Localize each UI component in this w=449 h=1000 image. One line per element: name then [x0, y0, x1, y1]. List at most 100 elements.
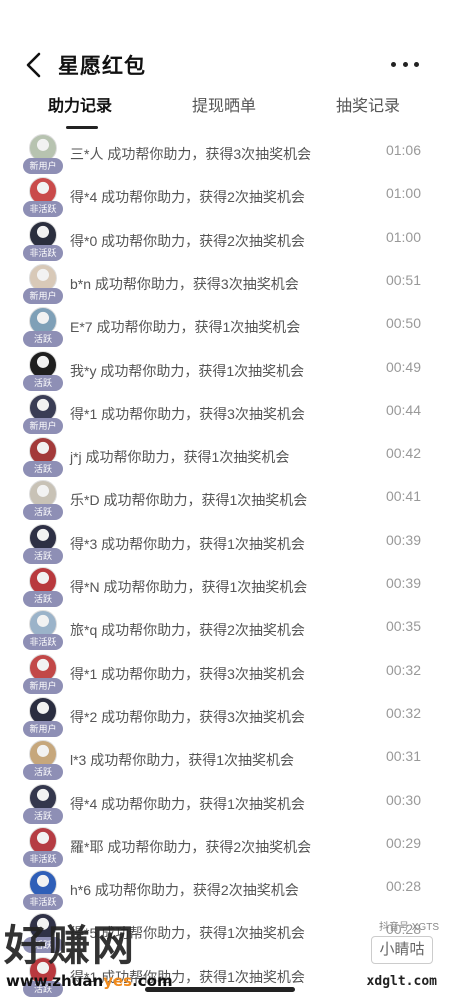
page-title: 星愿红包: [58, 55, 146, 78]
avatar-group: 活跃: [23, 567, 63, 613]
record-time: 00:32: [385, 661, 421, 678]
avatar-group: 新用户: [23, 263, 63, 310]
record-message: 旅*q 成功帮你助力，获得2次抽奖机会: [70, 622, 305, 639]
tab-lottery-records[interactable]: 抽奖记录: [336, 92, 400, 116]
avatar-group: 活跃: [23, 350, 63, 397]
more-dot: [414, 61, 419, 67]
chevron-left-icon: [26, 52, 41, 78]
record-time: 00:42: [385, 445, 421, 462]
status-badge: 活跃: [23, 764, 63, 781]
record-message: 得*3 成功帮你助力，获得1次抽奖机会: [70, 535, 305, 552]
record-message: 我*y 成功帮你助力，获得1次抽奖机会: [70, 362, 305, 379]
status-badge: 新用户: [23, 677, 63, 694]
list-item: 非活跃 旅*q 成功帮你助力，获得2次抽奖机会 00:35: [0, 610, 449, 659]
avatar-group: 新用户: [23, 696, 63, 743]
watermark-logo: 小睛咕: [371, 936, 433, 964]
list-item: 活跃 E*7 成功帮你助力，获得1次抽奖机会 00:50: [0, 307, 449, 356]
record-time: 01:06: [385, 142, 421, 158]
record-message: 乐*D 成功帮你助力，获得1次抽奖机会: [70, 492, 308, 509]
record-time: 00:51: [385, 271, 421, 288]
record-time: 00:39: [385, 531, 421, 548]
status-badge: 新用户: [23, 720, 63, 737]
list-item: 非活跃 得*4 成功帮你助力，获得2次抽奖机会 01:00: [0, 177, 449, 226]
record-time: 00:49: [385, 358, 421, 375]
record-time: 00:32: [385, 704, 421, 721]
status-badge: 活跃: [23, 331, 63, 348]
avatar-group: 非活跃: [23, 826, 63, 873]
list-item: 新用户 得*1 成功帮你助力，获得3次抽奖机会 00:32: [0, 653, 449, 703]
status-badge: 非活跃: [23, 201, 63, 218]
avatar-group: 新用户: [23, 653, 63, 700]
record-message: j*j 成功帮你助力，获得1次抽奖机会: [70, 449, 290, 466]
record-time: 00:50: [385, 315, 421, 332]
list-item: 非活跃 羅*耶 成功帮你助力，获得2次抽奖机会 00:29: [0, 826, 449, 876]
list-item: 活跃 得*N 成功帮你助力，获得1次抽奖机会 00:39: [0, 567, 449, 616]
avatar-group: 非活跃: [23, 610, 63, 656]
header: 星愿红包 助力记录 提现晒单 抽奖记录: [0, 0, 449, 129]
avatar-group: 活跃: [23, 437, 63, 483]
record-time: 00:39: [385, 575, 421, 591]
status-badge: 非活跃: [23, 634, 63, 651]
tab-assist-records[interactable]: 助力记录: [48, 92, 112, 116]
record-message: 得*1 成功帮你助力，获得3次抽奖机会: [70, 665, 305, 682]
record-message: l*3 成功帮你助力，获得1次抽奖机会: [70, 752, 295, 769]
tab-withdraw-showcase[interactable]: 提现晒单: [192, 92, 256, 116]
list-item: 非活跃 得*0 成功帮你助力，获得2次抽奖机会 01:00: [0, 220, 449, 270]
avatar-group: 非活跃: [23, 177, 63, 223]
avatar-group: 活跃: [23, 307, 63, 353]
record-message: 得*4 成功帮你助力，获得2次抽奖机会: [70, 189, 305, 206]
record-time: 00:31: [385, 748, 421, 765]
record-message: 得*0 成功帮你助力，获得2次抽奖机会: [70, 232, 305, 249]
avatar-group: 新用户: [23, 393, 63, 440]
watermark-domain: xdglt.com: [366, 974, 437, 989]
record-time: 01:00: [385, 228, 421, 245]
tab-active-indicator: [66, 126, 98, 129]
status-badge: 活跃: [23, 591, 63, 607]
record-message: 三*人 成功帮你助力，获得3次抽奖机会: [70, 146, 312, 162]
list-item: 新用户 b*n 成功帮你助力，获得3次抽奖机会 00:51: [0, 263, 449, 313]
status-badge: 非活跃: [23, 244, 63, 261]
tab-bar: 助力记录 提现晒单 抽奖记录: [0, 92, 449, 129]
list-item: 活跃 l*3 成功帮你助力，获得1次抽奖机会 00:31: [0, 740, 449, 789]
list-item: 活跃 乐*D 成功帮你助力，获得1次抽奖机会 00:41: [0, 480, 449, 529]
status-badge: 新用户: [23, 287, 63, 304]
record-message: 得*4 成功帮你助力，获得1次抽奖机会: [70, 795, 305, 812]
list-item: 新用户 得*2 成功帮你助力，获得3次抽奖机会 00:32: [0, 696, 449, 746]
list-item: 活跃 j*j 成功帮你助力，获得1次抽奖机会 00:42: [0, 437, 449, 486]
status-badge: 活跃: [23, 374, 63, 391]
record-time: 00:30: [385, 791, 421, 808]
list-item: 新用户 三*人 成功帮你助力，获得3次抽奖机会 01:06: [0, 134, 449, 183]
status-badge: 非活跃: [23, 850, 63, 867]
more-dot: [391, 61, 396, 67]
avatar-group: 活跃: [23, 480, 63, 526]
watermark-url-part: yes: [103, 972, 133, 990]
record-message: 得*N 成功帮你助力，获得1次抽奖机会: [70, 579, 308, 595]
status-badge: 活跃: [23, 504, 63, 521]
avatar-group: 活跃: [23, 783, 63, 830]
more-dot: [402, 61, 408, 67]
record-time: 00:44: [385, 401, 421, 418]
record-time: 01:00: [385, 185, 421, 202]
record-message: 得*2 成功帮你助力，获得3次抽奖机会: [70, 708, 305, 725]
assist-record-list[interactable]: 新用户 三*人 成功帮你助力，获得3次抽奖机会 01:06 非活跃 得*4 成功帮你助力…: [0, 122, 449, 1000]
status-badge: 非活跃: [23, 894, 63, 911]
watermark-right: 抖音号:XGTS 小睛咕 xdglt.com: [353, 918, 443, 996]
home-indicator[interactable]: [145, 987, 295, 992]
back-button[interactable]: [22, 50, 46, 80]
record-time: 00:29: [385, 834, 421, 851]
more-button[interactable]: [391, 58, 419, 70]
record-time: 00:35: [385, 618, 421, 635]
record-time: 00:41: [385, 488, 421, 505]
status-badge: 新用户: [23, 158, 63, 174]
list-item: 新用户 得*1 成功帮你助力，获得3次抽奖机会 00:44: [0, 393, 449, 443]
record-message: h*6 成功帮你助力，获得2次抽奖机会: [70, 882, 299, 899]
record-message: b*n 成功帮你助力，获得3次抽奖机会: [70, 275, 299, 292]
status-badge: 活跃: [23, 547, 63, 564]
avatar-group: 活跃: [23, 523, 63, 570]
list-item: 活跃 得*3 成功帮你助力，获得1次抽奖机会 00:39: [0, 523, 449, 573]
watermark-url-part: www.zhuan: [6, 972, 104, 990]
record-message: 得*1 成功帮你助力，获得3次抽奖机会: [70, 405, 305, 422]
watermark-account: 抖音号:XGTS: [378, 922, 439, 933]
list-item: 活跃 得*4 成功帮你助力，获得1次抽奖机会 00:30: [0, 783, 449, 833]
status-badge: 新用户: [23, 417, 63, 434]
